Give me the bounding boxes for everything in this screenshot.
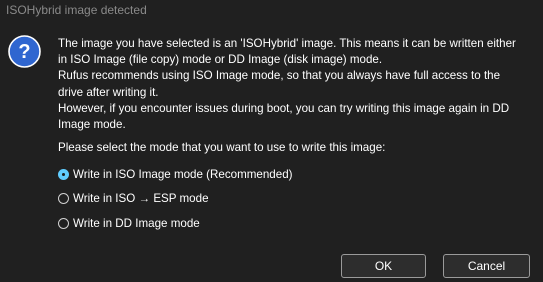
radio-label: Write in ISO → ESP mode: [73, 191, 209, 205]
dialog-titlebar: ISOHybrid image detected: [0, 0, 543, 22]
radio-button[interactable]: [58, 217, 69, 229]
message-line: Image mode.: [58, 118, 126, 132]
radio-iso-mode[interactable]: Write in ISO Image mode (Recommended): [58, 165, 293, 183]
radio-label: Write in DD Image mode: [73, 216, 200, 230]
message-line: in ISO Image (file copy) mode or DD Imag…: [58, 53, 383, 67]
radio-button-selected[interactable]: [58, 168, 69, 180]
dialog-title: ISOHybrid image detected: [6, 3, 147, 17]
radio-label: Write in ISO Image mode (Recommended): [73, 167, 293, 181]
radio-button[interactable]: [58, 192, 69, 204]
message-line: drive after writing it.: [58, 85, 159, 99]
radio-iso-esp-mode[interactable]: Write in ISO → ESP mode: [58, 189, 209, 207]
message-line: The image you have selected is an 'ISOHy…: [58, 37, 516, 50]
svg-text:?: ?: [18, 41, 30, 63]
mode-prompt: Please select the mode that you want to …: [58, 141, 386, 154]
message-line: However, if you encounter issues during …: [58, 101, 510, 115]
cancel-button[interactable]: Cancel: [443, 254, 530, 278]
radio-dd-mode[interactable]: Write in DD Image mode: [58, 214, 200, 232]
dialog-message: The image you have selected is an 'ISOHy…: [58, 36, 534, 133]
question-icon: ?: [8, 35, 41, 68]
ok-button[interactable]: OK: [341, 254, 426, 278]
message-line: Rufus recommends using ISO Image mode, s…: [58, 69, 501, 83]
